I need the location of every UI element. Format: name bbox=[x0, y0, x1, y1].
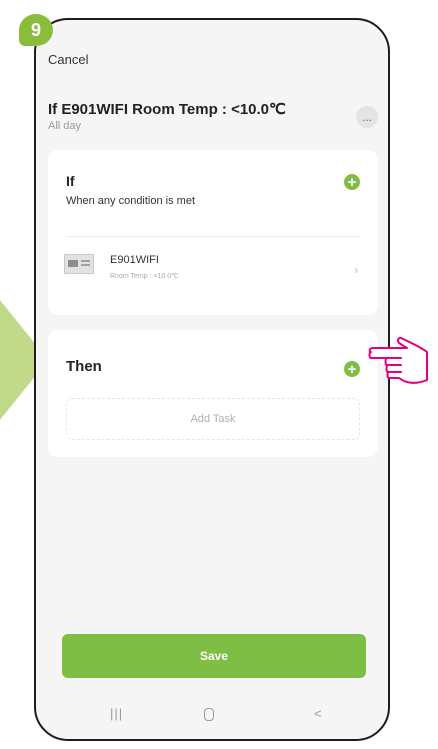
add-task-button[interactable]: Add Task bbox=[66, 398, 360, 440]
back-icon[interactable]: < bbox=[314, 706, 322, 721]
chevron-right-icon: › bbox=[354, 262, 359, 277]
system-nav-bar: ||| < bbox=[36, 702, 388, 732]
add-action-button[interactable]: + bbox=[344, 361, 360, 377]
phone-frame: Cancel If E901WIFI Room Temp : <10.0℃ Al… bbox=[34, 18, 390, 741]
rule-schedule: All day bbox=[48, 120, 82, 132]
thermostat-device-icon bbox=[64, 254, 94, 274]
recent-apps-icon[interactable]: ||| bbox=[110, 706, 123, 721]
cancel-button[interactable]: Cancel bbox=[48, 52, 88, 67]
then-heading: Then bbox=[66, 358, 102, 375]
device-condition-detail: Room Temp : <10.0℃ bbox=[110, 273, 180, 280]
if-heading: If bbox=[66, 173, 75, 189]
then-card: Then + Add Task bbox=[48, 330, 378, 457]
condition-mode-selector[interactable]: When any condition is met bbox=[66, 195, 195, 207]
device-name: E901WIFI bbox=[110, 254, 159, 266]
more-options-button[interactable]: ... bbox=[356, 106, 378, 128]
home-icon[interactable] bbox=[204, 708, 214, 721]
rule-title: If E901WIFI Room Temp : <10.0℃ bbox=[48, 101, 286, 118]
step-badge: 9 bbox=[19, 14, 53, 46]
if-card: If + When any condition is met E901WIFI … bbox=[48, 150, 378, 315]
add-condition-button[interactable]: + bbox=[344, 174, 360, 190]
divider bbox=[66, 236, 360, 237]
pointing-hand-icon bbox=[368, 336, 428, 384]
save-button[interactable]: Save bbox=[62, 634, 366, 678]
